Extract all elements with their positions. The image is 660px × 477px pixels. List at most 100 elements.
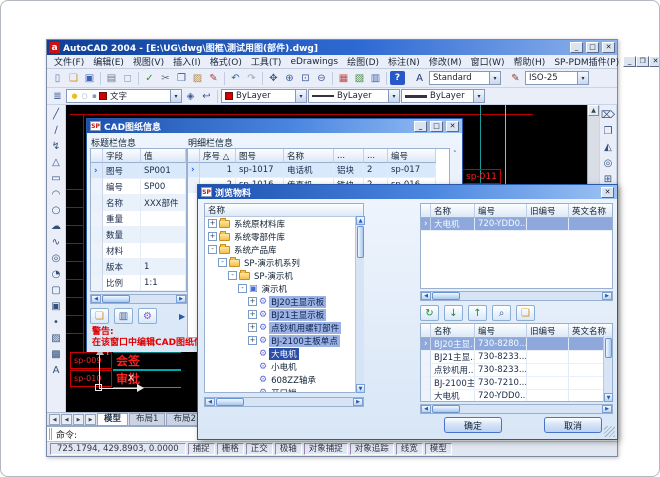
spline-icon[interactable]: ∿ <box>48 234 64 250</box>
tree-node[interactable]: +系统零部件库 <box>205 230 363 243</box>
menu-item[interactable]: 工具(T) <box>247 55 286 68</box>
color-combo[interactable]: ByLayer ▾ <box>221 89 307 103</box>
expand-toggle-icon[interactable]: - <box>218 258 227 267</box>
minimize-button[interactable]: _ <box>570 42 583 53</box>
expand-toggle-icon[interactable]: - <box>208 245 217 254</box>
chevron-down-icon[interactable]: ▾ <box>170 90 181 102</box>
dialog-titlebar[interactable]: SP 浏览物料 ✕ <box>198 185 617 199</box>
status-toggle-对象追踪[interactable]: 对象追踪 <box>350 443 394 455</box>
dim-style-icon[interactable]: ✎ <box>508 71 523 85</box>
scroll-left-icon[interactable]: ◀ <box>421 405 431 413</box>
doc-close-button[interactable]: ✕ <box>649 56 660 67</box>
match-properties-icon[interactable]: ✎ <box>206 71 221 85</box>
point-icon[interactable]: • <box>48 314 64 330</box>
make-current-icon[interactable]: ◈ <box>183 89 198 103</box>
tree-node[interactable]: +⚙BJ21主显示板 <box>205 308 363 321</box>
mirror-icon[interactable]: ◭ <box>600 139 616 155</box>
redo-icon[interactable]: ↷ <box>244 71 259 85</box>
scroll-up-icon[interactable]: ▲ <box>588 105 599 116</box>
new-icon[interactable]: ▯ <box>50 71 65 85</box>
scroll-thumb[interactable] <box>357 226 364 258</box>
designcenter-icon[interactable]: ▥ <box>368 71 383 85</box>
scroll-thumb[interactable] <box>216 398 244 406</box>
chevron-down-icon[interactable]: ▾ <box>388 90 399 102</box>
scroll-thumb[interactable] <box>432 405 460 413</box>
titleblock-hscrollbar[interactable]: ◀ ▶ <box>90 294 187 304</box>
tree-node[interactable]: +⚙BJ20主显示板 <box>205 295 363 308</box>
tree-node[interactable]: ⚙大电机 <box>205 347 363 360</box>
layer-previous-icon[interactable]: ↩ <box>199 89 214 103</box>
zoom-previous-icon[interactable]: ⊖ <box>314 71 329 85</box>
cancel-button[interactable]: 取消 <box>544 417 602 433</box>
status-toggle-模型[interactable]: 模型 <box>425 443 452 455</box>
scroll-left-icon[interactable]: ◀ <box>421 292 431 300</box>
scroll-thumb[interactable] <box>432 292 460 300</box>
top-table-hscrollbar[interactable]: ◀ ▶ <box>420 291 613 301</box>
expand-toggle-icon[interactable]: + <box>208 232 217 241</box>
insert-block-icon[interactable]: ▢ <box>48 282 64 298</box>
zoom-realtime-icon[interactable]: ⊕ <box>282 71 297 85</box>
scroll-left-icon[interactable]: ◀ <box>91 295 101 303</box>
menu-item[interactable]: 文件(F) <box>50 55 88 68</box>
ellipse-icon[interactable]: ◎ <box>48 250 64 266</box>
tree-node[interactable]: ⚙608ZZ轴承 <box>205 373 363 386</box>
ellipse-arc-icon[interactable]: ◔ <box>48 266 64 282</box>
help-icon[interactable]: ? <box>390 71 405 85</box>
linetype-combo[interactable]: ByLayer ▾ <box>308 89 400 103</box>
tab-布局1[interactable]: 布局1 <box>129 413 165 425</box>
scroll-left-icon[interactable]: ◀ <box>205 398 215 406</box>
paste-icon[interactable]: ▨ <box>190 71 205 85</box>
expand-toggle-icon[interactable]: + <box>248 310 257 319</box>
expand-toggle-icon[interactable]: + <box>248 297 257 306</box>
revcloud-icon[interactable]: ☁ <box>48 218 64 234</box>
tree-hscrollbar[interactable]: ◀ ▶ <box>204 397 364 407</box>
freeze-icon[interactable]: ○ <box>80 89 89 103</box>
copy-icon[interactable]: ❐ <box>174 71 189 85</box>
menu-item[interactable]: 编辑(E) <box>89 55 128 68</box>
refresh-icon[interactable]: ↻ <box>420 305 439 321</box>
bulb-icon[interactable]: ● <box>70 89 79 103</box>
open-folder-icon[interactable]: ❏ <box>516 305 535 321</box>
line-icon[interactable]: ╱ <box>48 106 64 122</box>
maximize-button[interactable]: □ <box>586 42 599 53</box>
polygon-icon[interactable]: △ <box>48 154 64 170</box>
pan-icon[interactable]: ✥ <box>266 71 281 85</box>
scroll-right-icon[interactable]: ▶ <box>353 398 363 406</box>
menu-item[interactable]: 窗口(W) <box>467 55 509 68</box>
scroll-right-icon[interactable]: ▶ <box>602 292 612 300</box>
hatch-icon[interactable]: ▨ <box>48 330 64 346</box>
open-icon[interactable]: ❏ <box>66 71 81 85</box>
preview-icon[interactable]: ◻ <box>120 71 135 85</box>
close-button[interactable]: ✕ <box>602 42 615 53</box>
chevron-down-icon[interactable]: ▾ <box>473 90 484 102</box>
spell-icon[interactable]: ✓ <box>142 71 157 85</box>
expand-toggle-icon[interactable]: - <box>238 284 247 293</box>
gradient-icon[interactable]: ▩ <box>48 346 64 362</box>
export-icon[interactable]: ↑ <box>468 305 487 321</box>
doc-restore-button[interactable]: ❐ <box>636 56 649 67</box>
maximize-button[interactable]: □ <box>430 121 443 132</box>
copy-icon[interactable]: ❐ <box>600 123 616 139</box>
tab-last-icon[interactable]: ▶ <box>85 414 96 425</box>
close-button[interactable]: ✕ <box>601 187 614 198</box>
expand-toggle-icon[interactable]: + <box>248 336 257 345</box>
tree-node[interactable]: +系统原材料库 <box>205 217 363 230</box>
ok-button[interactable]: 确定 <box>444 417 502 433</box>
text-style-icon[interactable]: A <box>412 71 427 85</box>
make-block-icon[interactable]: ▣ <box>48 298 64 314</box>
menu-item[interactable]: 插入(I) <box>169 55 205 68</box>
tab-模型[interactable]: 模型 <box>97 413 128 425</box>
tree-node[interactable]: ⚙开口销 <box>205 386 363 393</box>
menu-item[interactable]: 视图(V) <box>129 55 168 68</box>
text-style-combo[interactable]: Standard ▾ <box>429 71 501 85</box>
expand-toggle-icon[interactable]: - <box>228 271 237 280</box>
search-icon[interactable]: ⌕ <box>492 305 511 321</box>
offset-icon[interactable]: ◎ <box>600 155 616 171</box>
toolbar-overflow-icon[interactable]: ▶ <box>179 312 185 321</box>
title-bar[interactable]: a AutoCAD 2004 - [E:\UG\dwg\图框\测试用图(部件).… <box>47 40 617 55</box>
erase-icon[interactable]: ⌦ <box>600 107 616 123</box>
expand-toggle-icon[interactable]: + <box>208 219 217 228</box>
titleblock-table[interactable]: 字段值›图号SP001编号SP00名称XXX部件重量数量材料版本1比例1:1 <box>90 148 187 292</box>
bottom-table-hscrollbar[interactable]: ◀ ▶ <box>420 404 613 414</box>
save-icon[interactable]: ▣ <box>82 71 97 85</box>
